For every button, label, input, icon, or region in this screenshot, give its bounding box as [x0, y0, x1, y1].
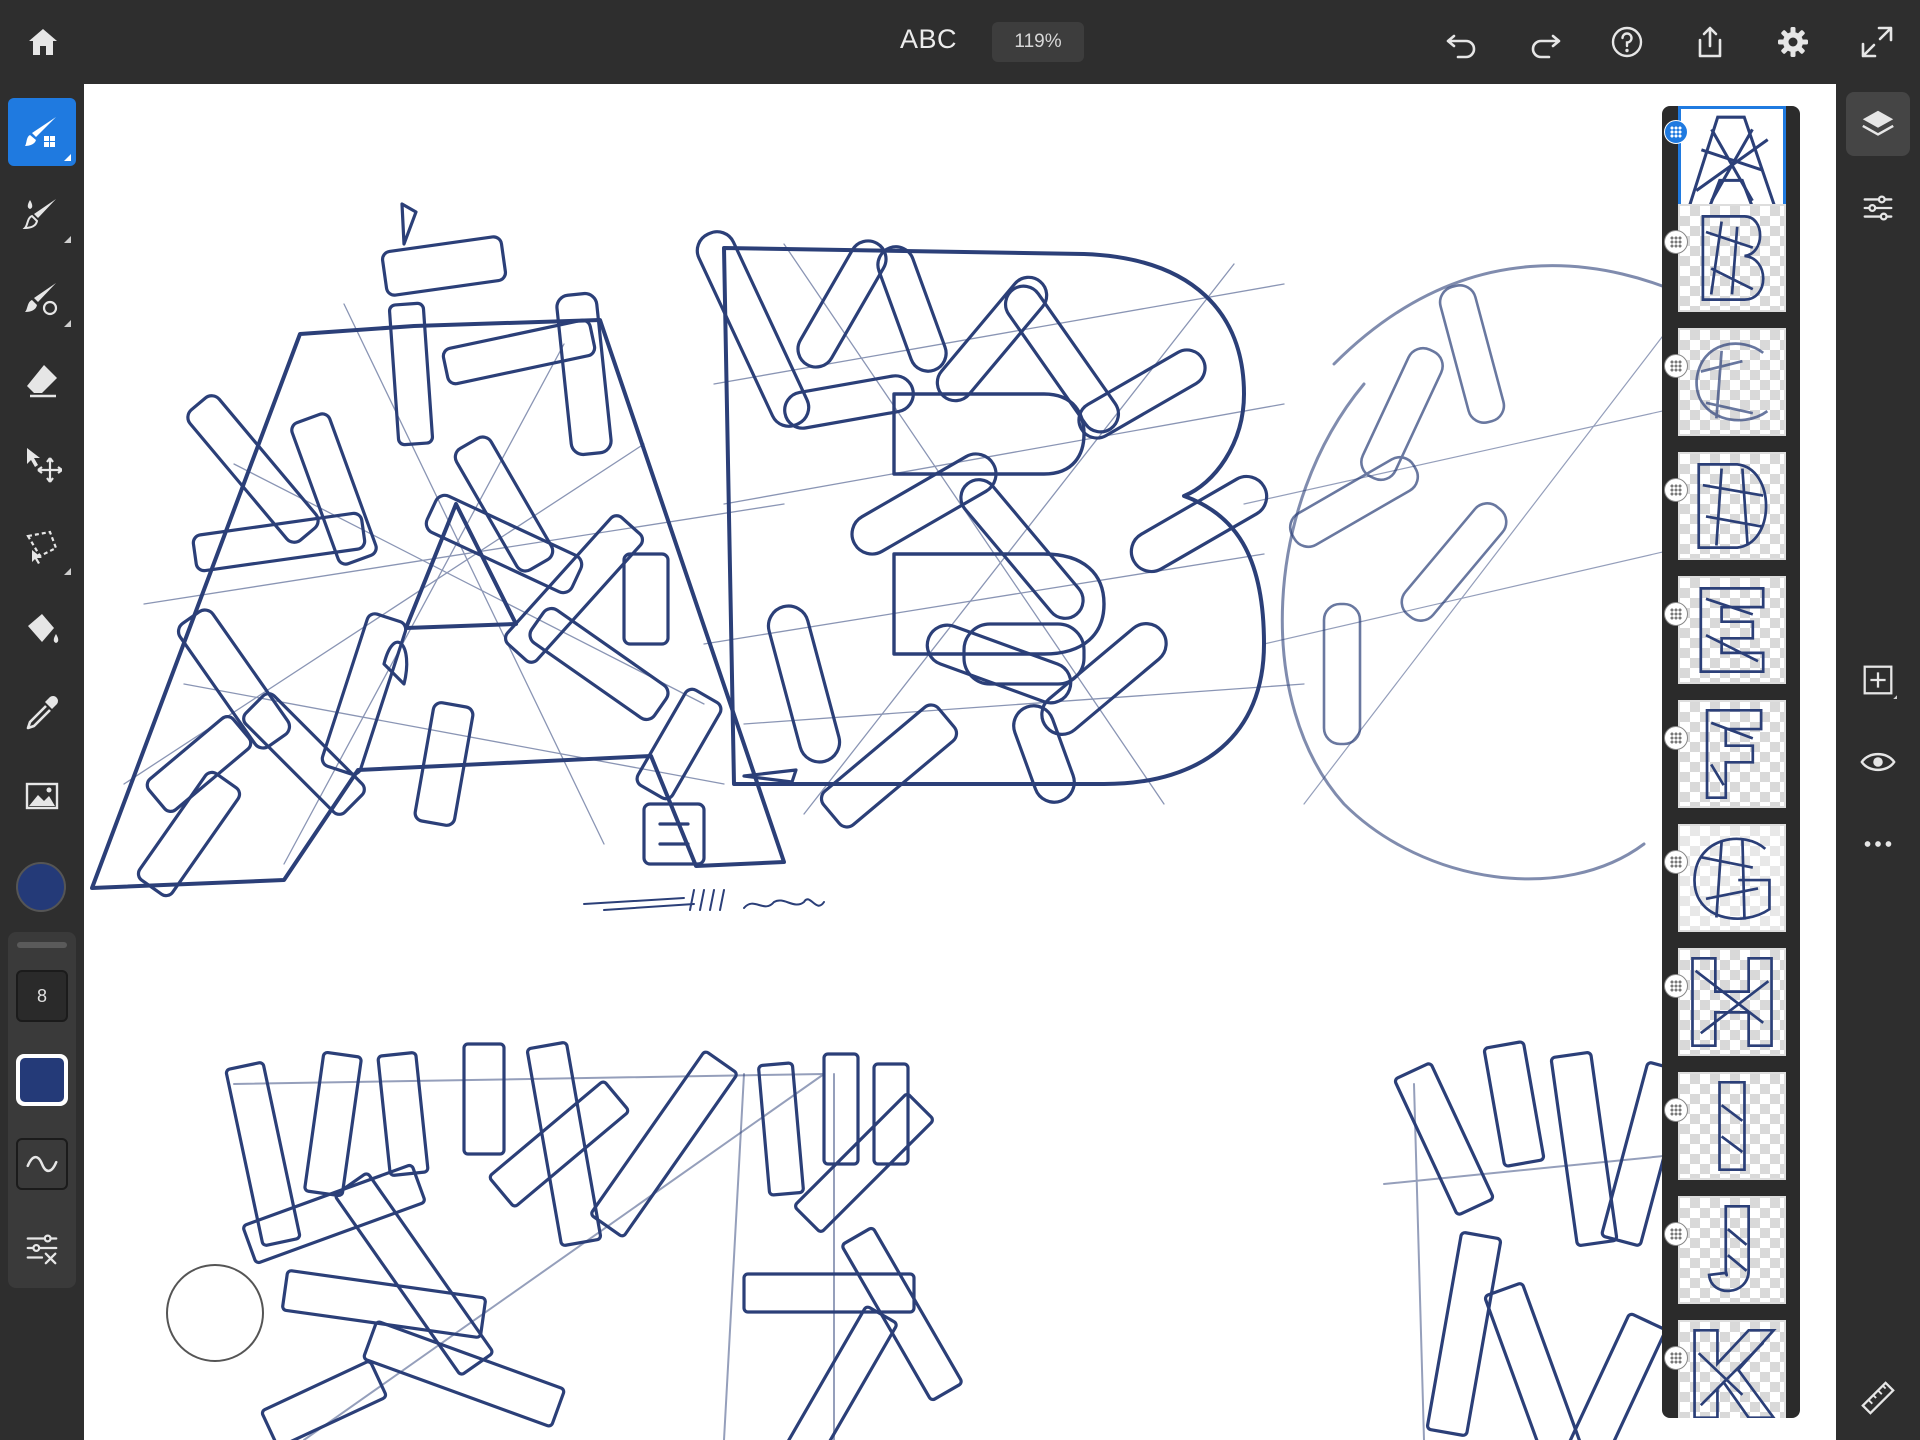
wave-icon — [26, 1155, 58, 1173]
visibility-icon — [1860, 752, 1896, 772]
color-swatch-fill — [20, 1058, 64, 1102]
layer-thumbnail-j[interactable] — [1678, 1196, 1786, 1304]
pixel-brush-icon — [25, 117, 56, 147]
eraser-icon — [27, 365, 57, 398]
place-image-tool[interactable] — [8, 762, 76, 830]
paint-bucket-icon — [28, 614, 59, 643]
pixel-brush-tool[interactable] — [8, 98, 76, 166]
lasso-icon — [26, 530, 58, 564]
layer-drag-handle[interactable] — [1664, 974, 1688, 998]
visibility-button[interactable] — [1846, 730, 1910, 794]
layers-button[interactable] — [1846, 92, 1910, 156]
layer-thumbnail-f[interactable] — [1678, 700, 1786, 808]
more-options-button[interactable] — [1846, 812, 1910, 876]
brush-settings-button[interactable] — [16, 1222, 68, 1274]
layer-thumbnail-e[interactable] — [1678, 576, 1786, 684]
document-title[interactable]: ABC — [900, 24, 957, 55]
live-brush-icon — [22, 199, 56, 230]
layer-thumbnail-i[interactable] — [1678, 1072, 1786, 1180]
layer-thumbnail-a[interactable] — [1678, 106, 1786, 214]
add-layer-icon — [1863, 665, 1897, 699]
layer-drag-handle[interactable] — [1664, 726, 1688, 750]
layer-properties-button[interactable] — [1846, 176, 1910, 240]
layer-drag-handle[interactable] — [1664, 1346, 1688, 1370]
layer-thumbnail-d[interactable] — [1678, 452, 1786, 560]
zoom-level[interactable]: 119% — [992, 22, 1084, 62]
current-color[interactable] — [16, 862, 66, 912]
redo-icon[interactable] — [1523, 20, 1567, 64]
live-brush-tool[interactable] — [8, 180, 76, 248]
home-icon[interactable] — [21, 20, 65, 64]
top-bar: ABC 119% — [0, 0, 1920, 84]
undo-icon[interactable] — [1440, 20, 1484, 64]
layer-thumbnail-h[interactable] — [1678, 948, 1786, 1056]
brush-size[interactable]: 8 — [16, 970, 68, 1022]
mixer-brush-tool[interactable] — [8, 264, 76, 332]
image-icon — [25, 782, 59, 810]
settings-gear-icon[interactable] — [1771, 20, 1815, 64]
color-swatch[interactable] — [16, 1054, 68, 1106]
transform-tool[interactable] — [8, 430, 76, 498]
layer-drag-handle[interactable] — [1664, 354, 1688, 378]
brush-cursor — [166, 1264, 264, 1362]
panel-drag-handle[interactable] — [17, 942, 67, 948]
help-icon[interactable] — [1605, 20, 1649, 64]
move-arrows-icon — [27, 448, 62, 483]
ruler-icon — [1861, 1381, 1895, 1415]
mixer-brush-icon — [25, 283, 58, 316]
layers-panel — [1662, 106, 1800, 1418]
more-icon — [1864, 841, 1892, 847]
layers-icon — [1862, 110, 1894, 136]
layer-thumbnail-b[interactable] — [1678, 204, 1786, 312]
layer-thumbnail-c[interactable] — [1678, 328, 1786, 436]
layer-drag-handle[interactable] — [1664, 1098, 1688, 1122]
layer-drag-handle[interactable] — [1664, 850, 1688, 874]
smoothing-button[interactable] — [16, 1138, 68, 1190]
sliders-icon — [26, 1234, 58, 1265]
layer-drag-handle[interactable] — [1664, 478, 1688, 502]
eyedropper-tool[interactable] — [8, 678, 76, 746]
layer-properties-icon — [1863, 195, 1893, 221]
lettering-artwork — [90, 202, 1785, 1440]
lasso-select-tool[interactable] — [8, 512, 76, 580]
layer-drag-handle-selected[interactable] — [1664, 120, 1688, 144]
ruler-button[interactable] — [1846, 1366, 1910, 1430]
eyedropper-icon — [26, 696, 58, 730]
drawing-canvas[interactable] — [84, 84, 1836, 1440]
fill-tool[interactable] — [8, 596, 76, 664]
layer-drag-handle[interactable] — [1664, 1222, 1688, 1246]
layer-thumbnail-k[interactable] — [1678, 1320, 1786, 1418]
add-layer-button[interactable] — [1846, 648, 1910, 712]
layer-drag-handle[interactable] — [1664, 602, 1688, 626]
fullscreen-icon[interactable] — [1855, 20, 1899, 64]
eraser-tool[interactable] — [8, 346, 76, 414]
layer-thumbnail-g[interactable] — [1678, 824, 1786, 932]
share-icon[interactable] — [1688, 20, 1732, 64]
layer-drag-handle[interactable] — [1664, 230, 1688, 254]
